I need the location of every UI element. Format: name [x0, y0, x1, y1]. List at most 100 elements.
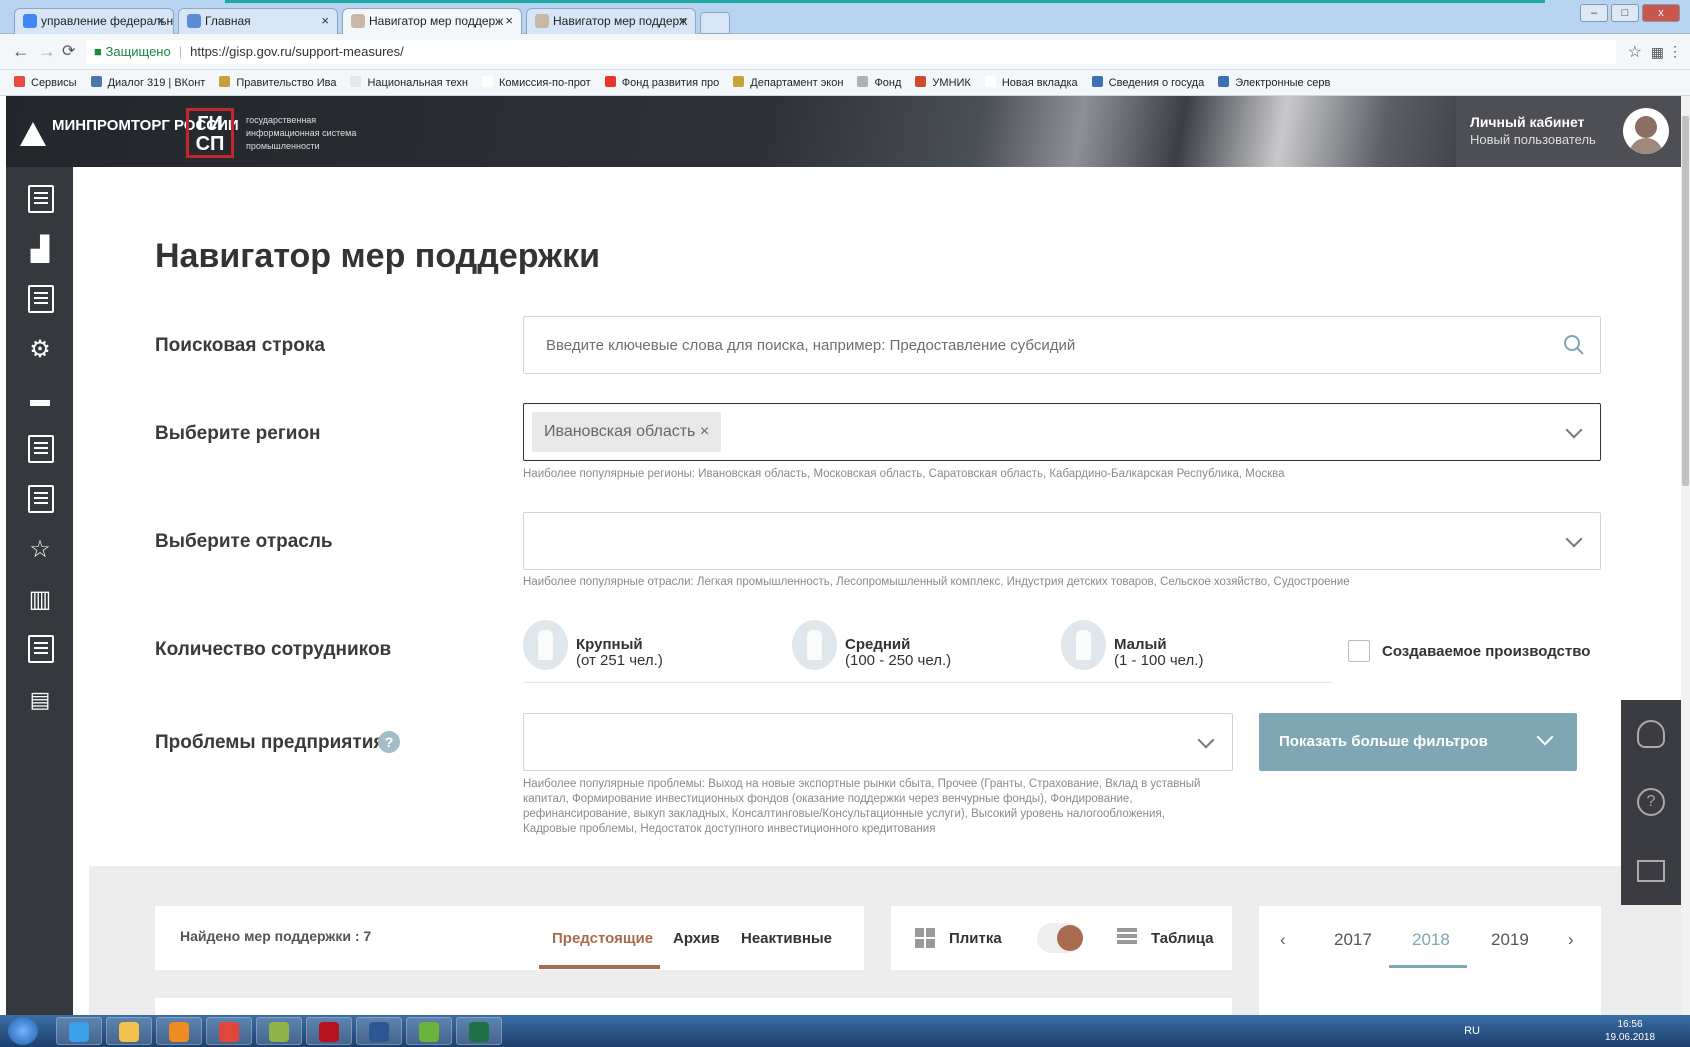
gisp-logo[interactable]: ГИ СП — [186, 108, 234, 158]
reports-icon[interactable] — [28, 485, 54, 513]
windows-taskbar: RU 16:56 19.06.2018 — [0, 1015, 1690, 1047]
language-indicator[interactable]: RU — [1464, 1025, 1480, 1037]
bookmark-item[interactable]: Диалог 319 | ВКонт — [90, 70, 205, 95]
page-scrollbar[interactable] — [1681, 96, 1690, 1015]
start-button[interactable] — [8, 1017, 38, 1045]
region-chip[interactable]: Ивановская область × — [532, 412, 722, 452]
table-view-label[interactable]: Таблица — [1151, 930, 1214, 947]
tile-view-icon[interactable] — [915, 928, 935, 948]
chrome-taskbar-button[interactable] — [206, 1017, 252, 1045]
question-icon[interactable]: ? — [1637, 788, 1665, 816]
excel-taskbar-button[interactable] — [456, 1017, 502, 1045]
clock-time: 16:56 — [1617, 1019, 1643, 1030]
gisp-icon — [351, 14, 365, 28]
avatar[interactable] — [1623, 108, 1669, 154]
bookmark-icon — [90, 76, 102, 87]
prev-year-icon[interactable]: ‹ — [1280, 930, 1286, 950]
id-card-icon[interactable]: ▤ — [26, 685, 54, 715]
star-icon[interactable]: ☆ — [26, 535, 54, 565]
bookmark-item[interactable]: Департамент экон — [733, 70, 843, 95]
back-arrow-icon[interactable]: ← — [12, 41, 30, 62]
year-2018[interactable]: 2018 — [1412, 930, 1450, 950]
new-tab-button[interactable] — [700, 12, 730, 34]
tab-archive[interactable]: Архив — [673, 930, 720, 947]
year-2019[interactable]: 2019 — [1491, 930, 1529, 950]
bookmark-item[interactable]: Комиссия-по-прот — [482, 70, 591, 95]
mail-icon[interactable] — [1637, 860, 1665, 882]
close-icon[interactable]: × — [157, 9, 165, 33]
building-icon[interactable]: ▟ — [26, 235, 54, 265]
documents-icon[interactable] — [28, 285, 54, 313]
headset-icon[interactable] — [1637, 720, 1665, 748]
ie-taskbar-button[interactable] — [56, 1017, 102, 1045]
view-toggle-switch[interactable] — [1037, 923, 1083, 953]
media-taskbar-button[interactable] — [156, 1017, 202, 1045]
close-icon[interactable]: × — [505, 9, 513, 33]
files-icon — [269, 1022, 289, 1042]
teal-banner-strip — [225, 0, 1545, 3]
explorer-taskbar-button[interactable] — [106, 1017, 152, 1045]
search-input[interactable]: Введите ключевые слова для поиска, напри… — [523, 316, 1601, 374]
bookmark-item[interactable]: Национальная техн — [350, 70, 468, 95]
settings-doc-icon[interactable]: ⚙ — [26, 335, 54, 365]
browser-tab-2[interactable]: Главная × — [178, 8, 338, 34]
bookmark-item[interactable]: Фонд развития про — [604, 70, 719, 95]
forward-arrow-icon[interactable]: → — [38, 41, 56, 62]
calculator-icon[interactable] — [28, 635, 54, 663]
region-select[interactable]: Ивановская область × — [523, 403, 1601, 461]
new-production-checkbox[interactable] — [1348, 640, 1370, 662]
russia-map-icon[interactable]: ▬ — [26, 385, 54, 415]
bookmark-label: Фонд — [874, 77, 902, 89]
search-icon[interactable] — [1562, 333, 1586, 357]
more-filters-button[interactable]: Показать больше фильтров — [1259, 713, 1577, 771]
browser-tab-3[interactable]: Навигатор мер поддерж × — [342, 8, 522, 34]
files-taskbar-button[interactable] — [256, 1017, 302, 1045]
bookmark-icon — [857, 76, 869, 87]
browser-tab-bar: управление федеральн × Главная × Навигат… — [0, 0, 1690, 34]
problems-select[interactable] — [523, 713, 1233, 771]
maximize-button[interactable]: □ — [1611, 4, 1639, 22]
year-2017[interactable]: 2017 — [1334, 930, 1372, 950]
bookmark-item[interactable]: Новая вкладка — [984, 70, 1078, 95]
tab-inactive[interactable]: Неактивные — [741, 930, 832, 947]
close-window-button[interactable]: x — [1642, 4, 1680, 22]
bookmark-item[interactable]: Электронные серв — [1218, 70, 1331, 95]
close-icon[interactable]: × — [679, 9, 687, 33]
tab-upcoming[interactable]: Предстоящие — [552, 930, 653, 947]
tile-view-label[interactable]: Плитка — [949, 930, 1002, 947]
bookmark-label: Электронные серв — [1235, 77, 1331, 89]
industry-select[interactable] — [523, 512, 1601, 570]
news-icon[interactable] — [28, 185, 54, 213]
reload-icon[interactable]: ⟳ — [62, 41, 75, 61]
url-text: https://gisp.gov.ru/support-measures/ — [190, 44, 404, 59]
help-icon[interactable]: ? — [378, 731, 400, 753]
minimize-button[interactable]: – — [1580, 4, 1608, 22]
browser-tab-1[interactable]: управление федеральн × — [14, 8, 174, 34]
personal-cabinet[interactable]: Личный кабинет Новый пользователь — [1456, 96, 1681, 167]
registry-icon[interactable]: ▥ — [26, 585, 54, 615]
app-a-taskbar-button[interactable] — [406, 1017, 452, 1045]
acrobat-taskbar-button[interactable] — [306, 1017, 352, 1045]
extension-icon[interactable]: ▦ — [1651, 44, 1664, 61]
browser-tab-4[interactable]: Навигатор мер поддерж × — [526, 8, 696, 34]
catalog-icon[interactable] — [28, 435, 54, 463]
address-bar: ← → ⟳ ■ Защищено | https://gisp.gov.ru/sup… — [0, 34, 1690, 70]
chevron-down-icon[interactable] — [1565, 530, 1583, 548]
bookmark-item[interactable]: Фонд — [857, 70, 902, 95]
url-field[interactable]: ■ Защищено | https://gisp.gov.ru/support-m… — [86, 40, 1616, 64]
bookmark-item[interactable]: Сервисы — [14, 70, 77, 95]
chevron-down-icon[interactable] — [1197, 731, 1215, 749]
chevron-down-icon[interactable] — [1565, 421, 1583, 439]
table-view-icon[interactable] — [1117, 928, 1137, 948]
bookmark-item[interactable]: Сведения о госуда — [1091, 70, 1204, 95]
close-icon[interactable]: × — [321, 9, 329, 33]
chevron-down-icon — [1536, 728, 1554, 746]
bookmark-item[interactable]: Правительство Ива — [219, 70, 336, 95]
tab-label: Навигатор мер поддерж — [369, 14, 504, 28]
menu-kebab-icon[interactable]: ⋮ — [1668, 43, 1682, 60]
clock[interactable]: 16:56 19.06.2018 — [1600, 1018, 1660, 1044]
word-taskbar-button[interactable] — [356, 1017, 402, 1045]
next-year-icon[interactable]: › — [1568, 930, 1574, 950]
bookmark-star-icon[interactable]: ☆ — [1628, 42, 1642, 62]
bookmark-item[interactable]: УМНИК — [915, 70, 971, 95]
